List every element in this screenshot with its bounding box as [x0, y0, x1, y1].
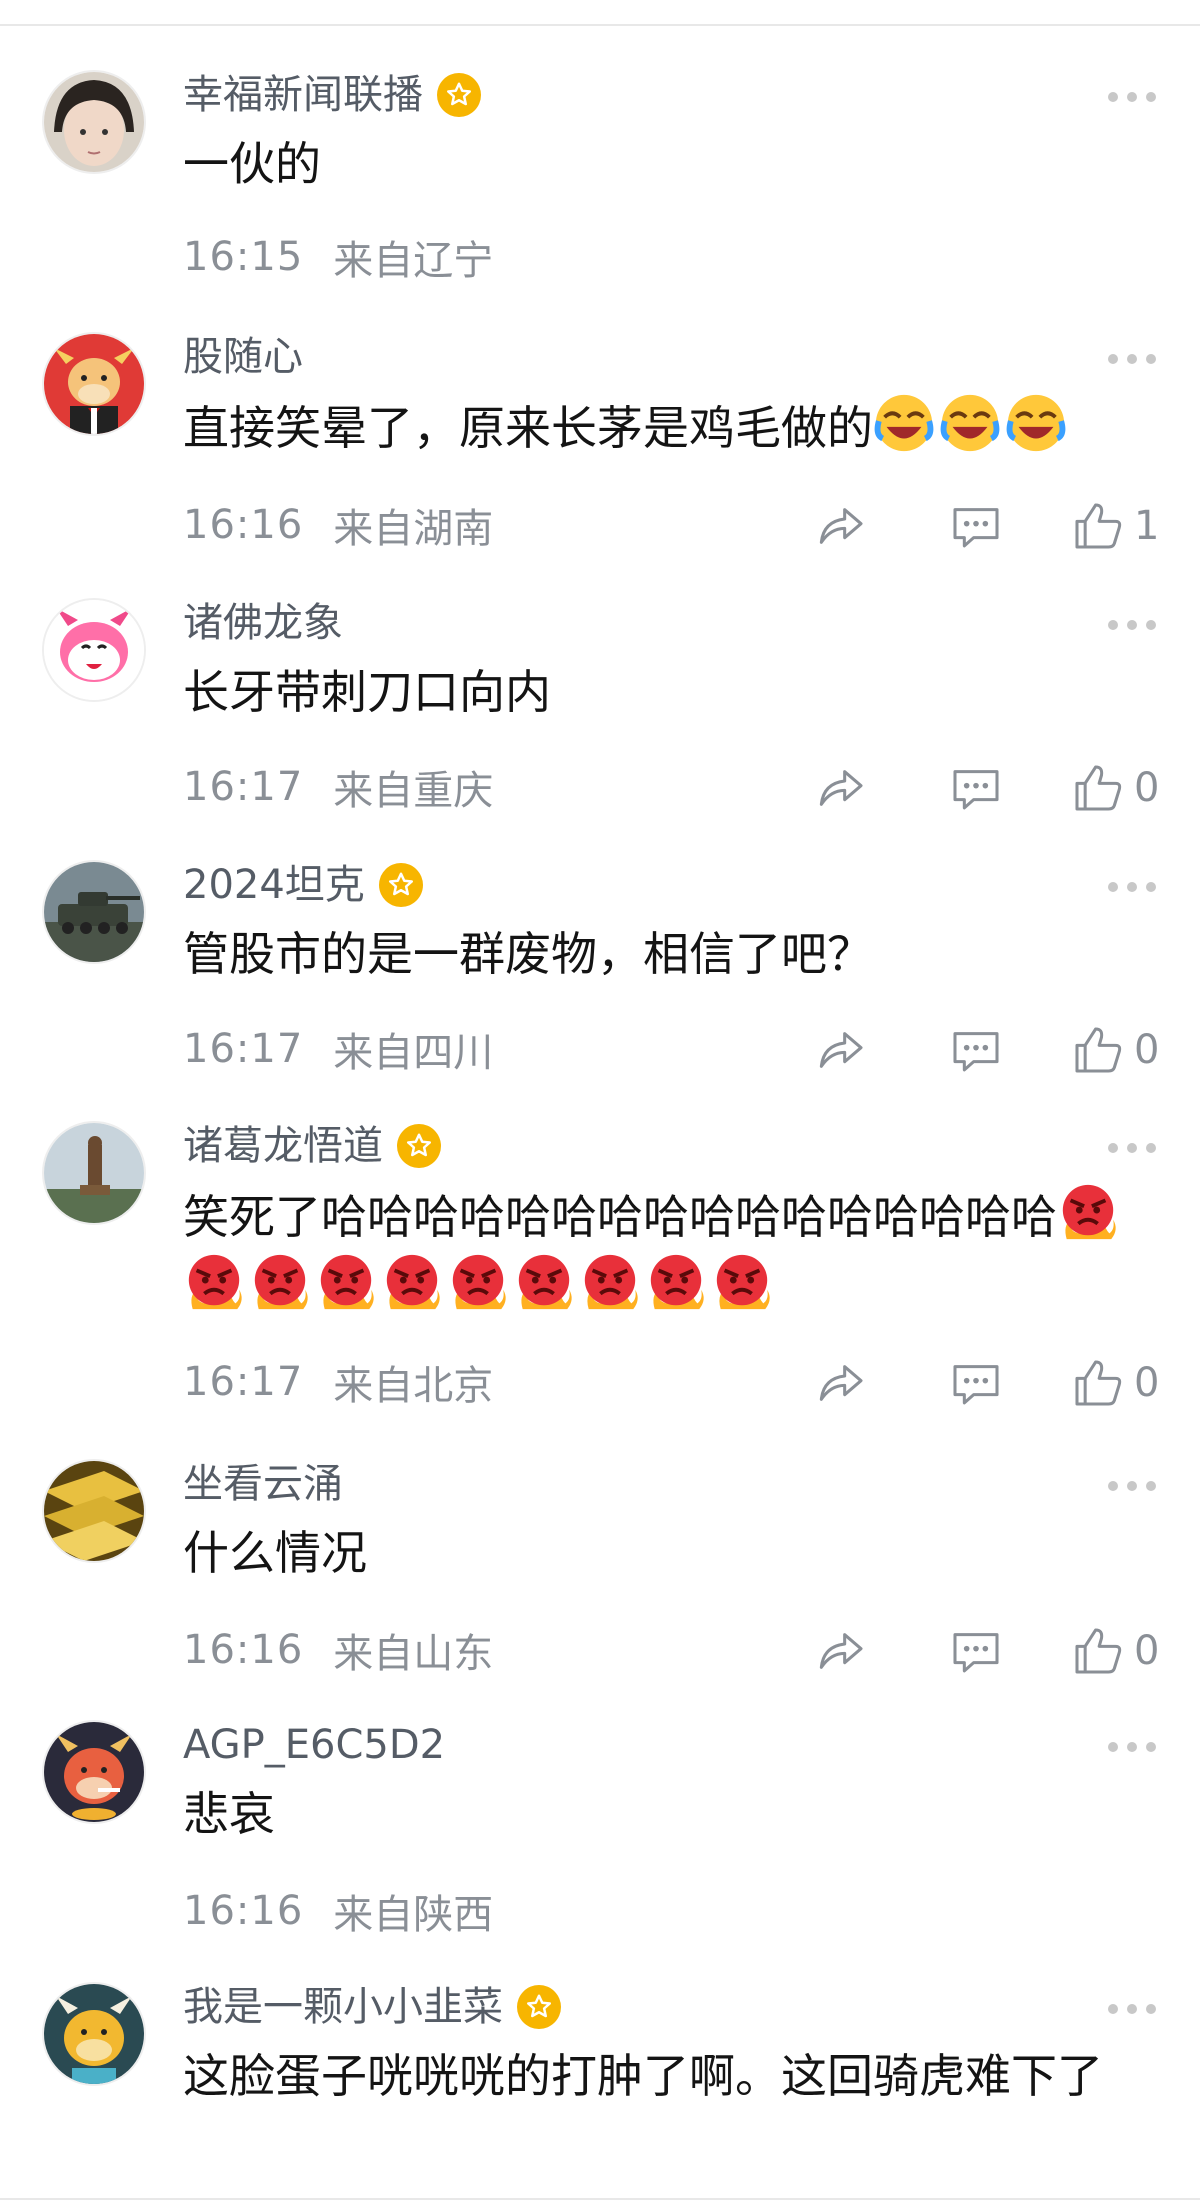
- avatar[interactable]: [42, 598, 146, 702]
- angry-face-emoji: [645, 1251, 707, 1313]
- reply-icon[interactable]: [948, 760, 1004, 816]
- comment-actions: 0: [812, 1355, 1162, 1411]
- reply-icon[interactable]: [948, 1623, 1004, 1679]
- comment-location: 来自陕西: [333, 1892, 494, 1938]
- more-options-icon[interactable]: [1108, 620, 1156, 630]
- angry-face-emoji: [315, 1251, 377, 1313]
- comment-text: 直接笑晕了，原来长茅是鸡毛做的: [183, 392, 1133, 462]
- comment-text: 一伙的: [183, 137, 321, 191]
- comment-actions: 1: [812, 498, 1162, 554]
- more-options-icon[interactable]: [1108, 92, 1156, 102]
- angry-face-emoji: [447, 1251, 509, 1313]
- share-icon[interactable]: [812, 760, 868, 816]
- comment-location: 来自四川: [333, 1030, 494, 1076]
- avatar[interactable]: [42, 1720, 146, 1824]
- angry-face-emoji: [183, 1251, 245, 1313]
- more-options-icon[interactable]: [1108, 2004, 1156, 2014]
- crying-laughing-emoji: [1005, 392, 1067, 454]
- crying-laughing-emoji: [939, 392, 1001, 454]
- comment-location: 来自山东: [333, 1631, 494, 1677]
- angry-face-emoji: [711, 1251, 773, 1313]
- verified-badge-icon: [517, 1985, 561, 2029]
- comment-meta: 16:16 来自湖南: [183, 500, 493, 552]
- username[interactable]: 诸佛龙象: [183, 598, 343, 648]
- share-icon[interactable]: [812, 1355, 868, 1411]
- comment-meta: 16:15 来自辽宁: [183, 232, 493, 284]
- avatar[interactable]: [42, 1982, 146, 2086]
- like-count: 0: [1134, 1027, 1160, 1073]
- like-count: 0: [1134, 1628, 1160, 1674]
- comment-meta: 16:17 来自四川: [183, 1024, 493, 1076]
- username[interactable]: 2024坦克: [183, 860, 365, 910]
- share-icon[interactable]: [812, 1623, 868, 1679]
- reply-icon[interactable]: [948, 498, 1004, 554]
- comment-text: 这脸蛋子咣咣咣的打肿了啊。这回骑虎难下了: [183, 2049, 1103, 2103]
- share-icon[interactable]: [812, 1022, 868, 1078]
- comment-text: 笑死了哈哈哈哈哈哈哈哈哈哈哈哈哈哈哈哈: [183, 1181, 1183, 1321]
- angry-face-emoji: [513, 1251, 575, 1313]
- angry-face-emoji: [381, 1251, 443, 1313]
- verified-badge-icon: [378, 863, 423, 907]
- like-icon[interactable]: [1070, 1022, 1126, 1078]
- like-count: 0: [1134, 1360, 1160, 1406]
- username[interactable]: 幸福新闻联播: [183, 70, 423, 120]
- comment-location: 来自湖南: [333, 506, 494, 552]
- comment-time: 16:16: [183, 1888, 304, 1934]
- like-icon[interactable]: [1070, 1355, 1126, 1411]
- more-options-icon[interactable]: [1108, 1143, 1156, 1153]
- comment-meta: 16:17 来自北京: [183, 1357, 493, 1409]
- like-icon[interactable]: [1070, 498, 1126, 554]
- more-options-icon[interactable]: [1108, 354, 1156, 364]
- bottom-divider: [0, 2198, 1200, 2200]
- like-count: 0: [1134, 765, 1160, 811]
- comment-meta: 16:16 来自陕西: [183, 1886, 493, 1938]
- username[interactable]: 我是一颗小小韭菜: [183, 1982, 503, 2032]
- angry-face-emoji: [579, 1251, 641, 1313]
- avatar[interactable]: [42, 332, 146, 436]
- reply-icon[interactable]: [948, 1022, 1004, 1078]
- like-count: 1: [1134, 503, 1160, 549]
- comment-meta: 16:17 来自重庆: [183, 762, 493, 814]
- avatar[interactable]: [42, 70, 146, 174]
- verified-badge-icon: [397, 1124, 441, 1168]
- comment-actions: 0: [812, 1623, 1162, 1679]
- comment-time: 16:17: [183, 1359, 304, 1405]
- avatar[interactable]: [42, 1121, 146, 1225]
- comment-actions: 0: [812, 1022, 1162, 1078]
- username[interactable]: 坐看云涌: [183, 1459, 343, 1509]
- comment-text: 悲哀: [183, 1787, 275, 1841]
- reply-icon[interactable]: [948, 1355, 1004, 1411]
- comment-text: 什么情况: [183, 1526, 367, 1580]
- comment-time: 16:15: [183, 234, 304, 280]
- verified-badge-icon: [437, 73, 481, 117]
- more-options-icon[interactable]: [1108, 1481, 1156, 1491]
- angry-face-emoji: [249, 1251, 311, 1313]
- crying-laughing-emoji: [873, 392, 935, 454]
- username[interactable]: AGP_E6C5D2: [183, 1720, 445, 1770]
- like-icon[interactable]: [1070, 760, 1126, 816]
- comment-location: 来自辽宁: [333, 238, 494, 284]
- comment-time: 16:16: [183, 502, 304, 548]
- comment-actions: 0: [812, 760, 1162, 816]
- comment-text: 管股市的是一群废物，相信了吧？: [183, 927, 873, 981]
- comment-text: 长牙带刺刀口向内: [183, 665, 551, 719]
- comment-time: 16:17: [183, 764, 304, 810]
- username[interactable]: 股随心: [183, 332, 303, 382]
- comment-location: 来自重庆: [333, 768, 494, 814]
- comment-time: 16:16: [183, 1627, 304, 1673]
- more-options-icon[interactable]: [1108, 882, 1156, 892]
- avatar[interactable]: [42, 860, 146, 964]
- comment-meta: 16:16 来自山东: [183, 1625, 493, 1677]
- more-options-icon[interactable]: [1108, 1742, 1156, 1752]
- angry-face-emoji: [1057, 1181, 1119, 1243]
- like-icon[interactable]: [1070, 1623, 1126, 1679]
- comment-time: 16:17: [183, 1026, 304, 1072]
- top-divider: [0, 24, 1200, 26]
- emoji-group: [873, 394, 1071, 455]
- username[interactable]: 诸葛龙悟道: [183, 1121, 383, 1171]
- comment-location: 来自北京: [333, 1363, 494, 1409]
- avatar[interactable]: [42, 1459, 146, 1563]
- share-icon[interactable]: [812, 498, 868, 554]
